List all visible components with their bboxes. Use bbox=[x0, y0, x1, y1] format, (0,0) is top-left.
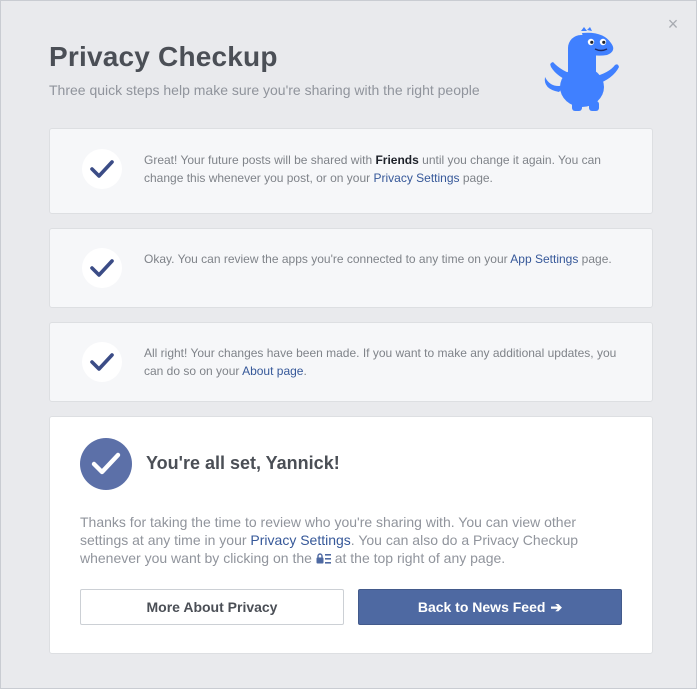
check-icon bbox=[82, 248, 122, 288]
friends-label: Friends bbox=[375, 153, 419, 167]
back-to-news-feed-label: Back to News Feed bbox=[417, 599, 546, 615]
check-icon bbox=[80, 438, 132, 490]
more-about-privacy-button[interactable]: More About Privacy bbox=[80, 589, 344, 625]
page-subtitle: Three quick steps help make sure you're … bbox=[49, 82, 480, 98]
check-icon bbox=[82, 342, 122, 382]
check-icon bbox=[82, 149, 122, 189]
privacy-settings-link[interactable]: Privacy Settings bbox=[250, 532, 350, 548]
step-profile: All right! Your changes have been made. … bbox=[49, 322, 653, 402]
all-set-heading: You're all set, Yannick! bbox=[146, 453, 340, 473]
step-apps: Okay. You can review the apps you're con… bbox=[49, 228, 653, 308]
all-set-panel: You're all set, Yannick! Thanks for taki… bbox=[49, 416, 653, 654]
app-settings-link[interactable]: App Settings bbox=[510, 252, 578, 266]
step-posts: Great! Your future posts will be shared … bbox=[49, 128, 653, 214]
step-posts-text: Great! Your future posts will be shared … bbox=[144, 153, 601, 185]
privacy-settings-link[interactable]: Privacy Settings bbox=[373, 171, 459, 185]
step-apps-text: Okay. You can review the apps you're con… bbox=[144, 252, 612, 266]
back-to-news-feed-button[interactable]: Back to News Feed ➔ bbox=[358, 589, 622, 625]
privacy-dinosaur-icon bbox=[544, 27, 619, 111]
close-icon[interactable]: × bbox=[666, 15, 680, 33]
lock-menu-icon bbox=[316, 550, 331, 564]
arrow-right-icon: ➔ bbox=[550, 598, 563, 615]
all-set-body: Thanks for taking the time to review who… bbox=[80, 514, 579, 566]
about-page-link[interactable]: About page bbox=[242, 364, 303, 378]
page-title: Privacy Checkup bbox=[49, 41, 278, 72]
privacy-checkup-dialog: × Privacy Checkup Three quick steps help… bbox=[0, 0, 697, 689]
step-profile-text: All right! Your changes have been made. … bbox=[144, 346, 617, 378]
